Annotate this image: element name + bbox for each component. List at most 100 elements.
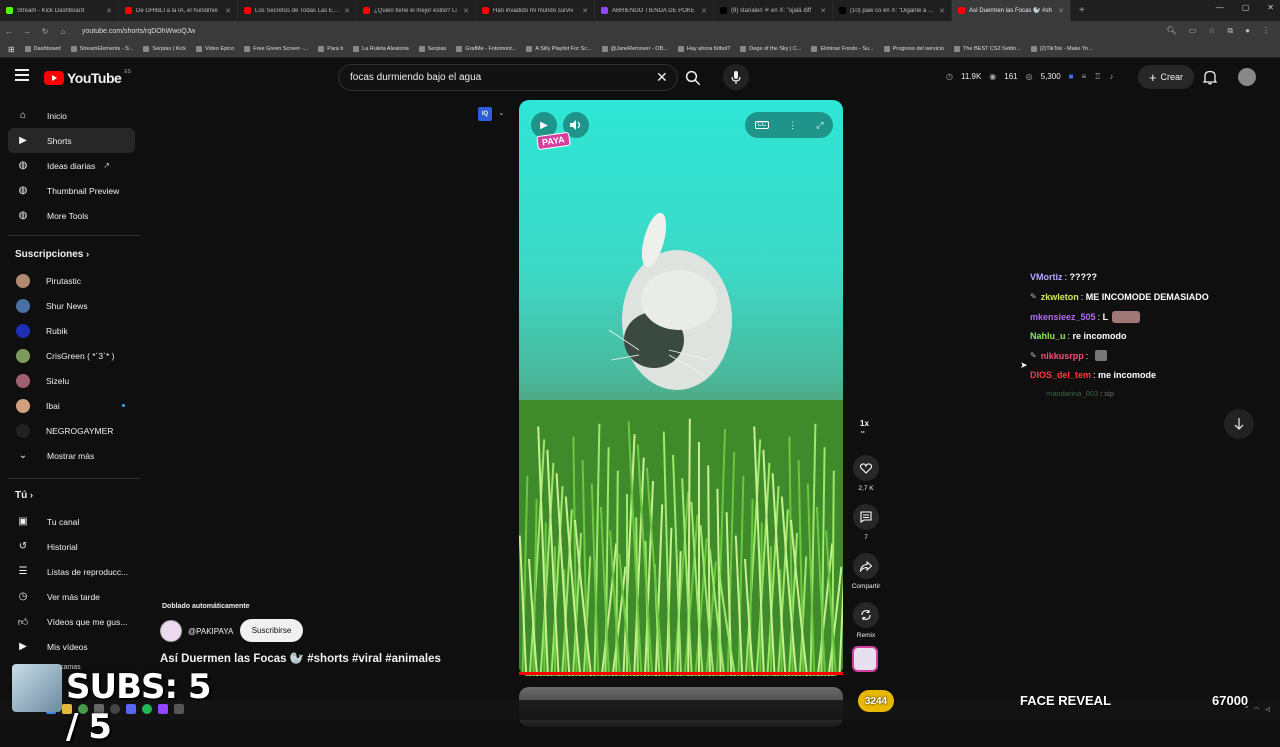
browser-tab[interactable]: De GHIBLI a la IA, el hundimie ✕ [119,0,238,21]
bookmark-item[interactable]: Dege of the Sky | C... [740,46,801,52]
sidebar-subscription[interactable]: Pirutastic [8,268,135,293]
trophy-ext-icon[interactable]: ♖ [1094,72,1101,81]
captions-icon[interactable]: CC [754,121,770,129]
subscriptions-heading[interactable]: Suscripciones › [15,249,89,260]
sidebar-item-my-videos[interactable]: ▶ Mis vídeos [8,634,135,659]
sidebar-subscription[interactable]: CrisGreen ( *´3`* ) [8,343,135,368]
browser-tab[interactable]: Stream - Kick Dashboard ✕ [0,0,119,21]
bookmark-item[interactable]: StreamElements - S... [70,46,133,52]
sidebar-item-tools[interactable]: ◍ More Tools [8,203,135,228]
cast-icon[interactable]: ▭ [1189,26,1197,36]
iq-ext-icon[interactable]: ■ [1069,72,1074,81]
sidebar-subscription[interactable]: Ibai [8,393,135,418]
tab-close-icon[interactable]: ✕ [820,7,826,15]
bookmark-item[interactable]: GrafMe - Fotomont... [456,46,516,52]
voice-search-button[interactable] [723,64,749,90]
browser-tab[interactable]: Los Secretos de Todas Las Estru ✕ [238,0,357,21]
bookmark-item[interactable]: Eliminar Fondo - Su... [811,46,874,52]
bookmark-item[interactable]: Serpias | Kick [143,46,186,52]
tab-close-icon[interactable]: ✕ [463,7,469,15]
bookmark-item[interactable]: Video Epico [195,46,234,52]
sidebar-subscription[interactable]: Shur News [8,293,135,318]
bell-ext-icon[interactable]: ♪ [1109,72,1113,81]
bookmark-item[interactable]: A Silly Playlist For Sc... [526,46,592,52]
bookmark-item[interactable]: La Ruleta Aleatoria [353,46,409,52]
progress-bar[interactable] [519,672,843,675]
browser-tab[interactable]: (8) starialen ✳ en X: "ojalá diff ✕ [714,0,833,21]
tab-close-icon[interactable]: ✕ [1058,7,1064,15]
sidebar-subscription[interactable]: Rubik [8,318,135,343]
tab-close-icon[interactable]: ✕ [582,7,588,15]
sidebar-item-home[interactable]: ⌂ Inicio [8,103,135,128]
bookmark-item[interactable]: The BEST CS2 Settin... [954,46,1021,52]
sidebar-subscription[interactable]: Sizelu [8,368,135,393]
chevron-down-icon[interactable]: ⌄ [498,108,505,117]
zoom-icon[interactable]: 🔍︎ [1167,26,1177,36]
browser-tab[interactable]: Han invadido mi mundo surviv ✕ [476,0,595,21]
browser-tab[interactable]: Así Duermen las Focas 🦭 #sh ✕ [952,0,1071,21]
bookmark-item[interactable]: Dashboard [24,46,61,52]
account-avatar[interactable] [1238,68,1256,86]
show-more-button[interactable]: ⌄ Mostrar más [8,443,135,468]
channel-name[interactable]: @PAKIPAYA [188,627,233,636]
channel-avatar-thumbnail[interactable] [852,646,878,672]
youtube-logo[interactable]: YouTube ES [44,69,131,86]
back-icon[interactable]: ← [0,27,18,36]
bookmark-item[interactable]: (2)TikTok - Make Yo... [1030,46,1093,52]
list-ext-icon[interactable]: ≡ [1082,72,1087,81]
browser-tab[interactable]: ABRIENDO TIENDA DE POKE ✕ [595,0,714,21]
share-button[interactable] [853,553,879,579]
notifications-icon[interactable] [1202,70,1218,88]
bookmark-item[interactable]: Para ti [318,46,343,52]
sidebar-item-watch-later[interactable]: ◷ Ver más tarde [8,584,135,609]
tab-close-icon[interactable]: ✕ [344,7,350,15]
browser-tab[interactable]: (10) paw co en X: "Diganle a Se ✕ [833,0,952,21]
like-button[interactable] [853,455,879,481]
forward-icon[interactable]: → [18,27,36,36]
bookmark-star-icon[interactable]: ☆ [1208,26,1215,36]
sidebar-item-ideas[interactable]: ◍ Ideas diarias ↗ [8,153,135,178]
menu-icon[interactable] [15,69,29,81]
sidebar-item-liked[interactable]: 👍︎ Vídeos que me gus... [8,609,135,634]
remix-button[interactable] [853,602,879,628]
subscribe-button[interactable]: Suscribirse [240,619,303,642]
search-input[interactable]: focas durmiendo bajo el agua [338,64,678,91]
comments-button[interactable] [853,504,879,530]
bookmark-item[interactable]: Progreso del servicio [883,46,944,52]
more-options-icon[interactable]: ⋮ [788,120,797,131]
maximize-button[interactable]: ▢ [1242,3,1250,12]
tab-close-icon[interactable]: ✕ [701,7,707,15]
extensions-icon[interactable]: ⧉ [1227,26,1233,36]
sidebar-item-playlists[interactable]: ☰ Listas de reproducc... [8,559,135,584]
you-heading[interactable]: Tú › [15,490,33,501]
playback-speed[interactable]: 1x [860,419,869,428]
create-button[interactable]: + Crear [1138,65,1194,89]
bookmark-item[interactable]: Serpias [418,46,446,52]
sidebar-item-thumbnail[interactable]: ◍ Thumbnail Preview [8,178,135,203]
browser-tab[interactable]: ¿Quién tiene el mejor estilo? Li ✕ [357,0,476,21]
apps-icon[interactable]: ⊞ [8,45,15,54]
short-video-player[interactable]: ▶ PAYA CC ⋮ ⤢ [519,100,843,676]
tab-close-icon[interactable]: ✕ [939,7,945,15]
reload-icon[interactable]: ↻ [36,27,54,36]
sidebar-item-channel[interactable]: ▣ Tu canal [8,509,135,534]
new-tab-button[interactable]: + [1079,5,1085,16]
url-field[interactable]: youtube.com/shorts/rqDOhWwoQJw [82,28,195,35]
channel-avatar[interactable] [160,620,182,642]
clear-search-icon[interactable]: ✕ [656,70,668,84]
bookmark-item[interactable]: Hay ahora fútbol? [677,46,730,52]
search-icon[interactable] [684,69,702,87]
iq-extension-icon[interactable]: IQ [478,107,492,121]
bookmark-item[interactable]: Free Green Screen -... [244,46,308,52]
fullscreen-icon[interactable]: ⤢ [816,120,823,131]
bookmark-item[interactable]: @JaneRemover - OB... [601,46,668,52]
minimize-button[interactable]: — [1216,3,1224,12]
home-nav-icon[interactable]: ⌂ [54,27,72,36]
sidebar-item-shorts[interactable]: ▶ Shorts [8,128,135,153]
browser-menu-icon[interactable]: ⋮ [1262,26,1270,36]
tab-close-icon[interactable]: ✕ [225,7,231,15]
tab-close-icon[interactable]: ✕ [106,7,112,15]
profile-icon[interactable]: ● [1245,26,1250,36]
next-short-button[interactable] [1224,409,1254,439]
sidebar-subscription[interactable]: NEGROGAYMER [8,418,135,443]
